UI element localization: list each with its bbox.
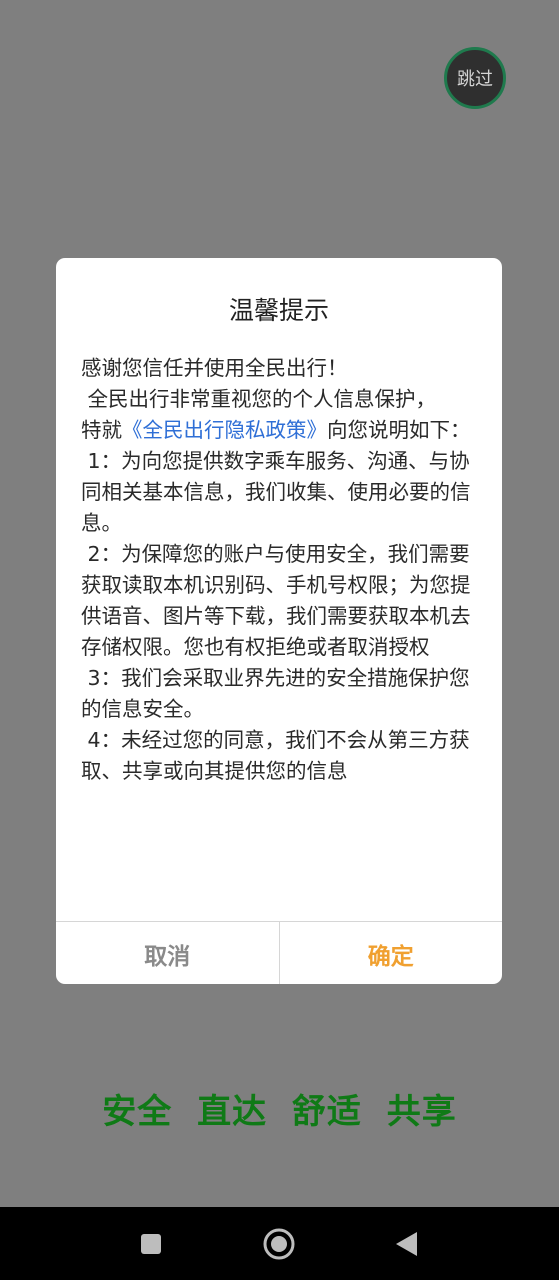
greeting-text: 感谢您信任并使用全民出行！ xyxy=(81,356,348,380)
policy-item-3: 3：我们会采取业界先进的安全措施保护您的信息安全。 xyxy=(81,666,470,721)
dialog-button-bar: 取消 确定 xyxy=(56,921,502,984)
policy-item-1: 1：为向您提供数字乘车服务、沟通、与协同相关基本信息，我们收集、使用必要的信息。 xyxy=(81,449,471,535)
recents-button[interactable] xyxy=(121,1207,181,1280)
confirm-button[interactable]: 确定 xyxy=(280,922,503,984)
privacy-dialog: 温馨提示 感谢您信任并使用全民出行！ 全民出行非常重视您的个人信息保护， 特就《… xyxy=(56,258,502,984)
dialog-title: 温馨提示 xyxy=(228,296,329,325)
home-button[interactable] xyxy=(249,1207,309,1280)
cancel-button[interactable]: 取消 xyxy=(56,922,280,984)
back-button[interactable] xyxy=(376,1207,436,1280)
system-navigation-bar xyxy=(0,1207,559,1280)
recents-icon xyxy=(141,1233,161,1254)
policy-item-2: 2：为保障您的账户与使用安全，我们需要获取读取本机识别码、手机号权限；为您提供语… xyxy=(81,542,471,659)
intro-prefix: 特就 xyxy=(81,418,122,442)
skip-button[interactable]: 跳过 xyxy=(444,47,506,109)
intro-line: 全民出行非常重视您的个人信息保护， xyxy=(81,387,437,411)
app-slogan: 安全 直达 舒适 共享 xyxy=(102,1092,457,1132)
policy-item-4: 4：未经过您的同意，我们不会从第三方获取、共享或向其提供您的信息 xyxy=(81,728,470,783)
back-icon xyxy=(396,1231,417,1256)
intro-suffix: 向您说明如下： xyxy=(327,418,471,442)
intro-text: 全民出行非常重视您的个人信息保护， 特就《全民出行隐私政策》向您说明如下： xyxy=(81,384,477,446)
splash-screen: 跳过 安全 直达 舒适 共享 温馨提示 感谢您信任并使用全民出行！ 全民出行非常… xyxy=(0,0,559,1280)
dialog-body: 感谢您信任并使用全民出行！ 全民出行非常重视您的个人信息保护， 特就《全民出行隐… xyxy=(81,353,477,787)
home-icon xyxy=(263,1228,295,1259)
privacy-policy-link[interactable]: 《全民出行隐私政策》 xyxy=(122,418,327,442)
